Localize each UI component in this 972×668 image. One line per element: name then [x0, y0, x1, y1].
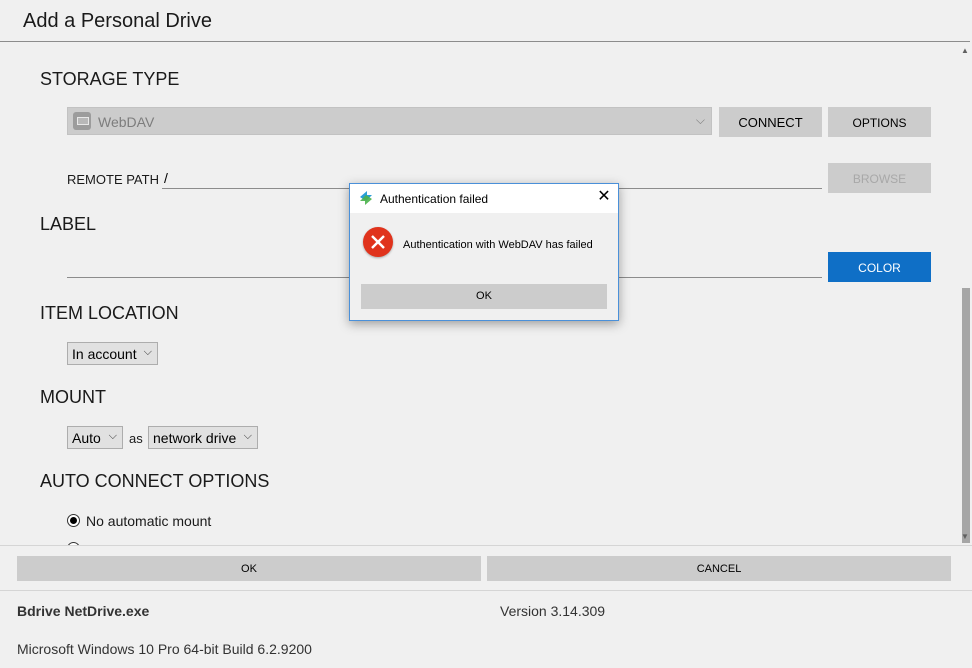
divider: [0, 545, 972, 546]
close-icon[interactable]: ✕: [594, 187, 614, 207]
window-title: Add a Personal Drive: [23, 10, 212, 32]
item-location-heading: ITEM LOCATION: [40, 303, 179, 323]
app-executable-name: Bdrive NetDrive.exe: [17, 603, 150, 619]
webdav-icon: [73, 112, 91, 130]
chevron-down-icon: ⌵: [108, 430, 117, 442]
vertical-scrollbar[interactable]: ▲ ▼: [958, 42, 972, 545]
mount-mode-select[interactable]: Auto ⌵: [67, 426, 123, 449]
remote-path-value: /: [164, 170, 168, 186]
item-location-select[interactable]: In account ⌵: [67, 342, 158, 365]
scrollbar-thumb[interactable]: [962, 288, 970, 543]
dialog-title-bar: Authentication failed ✕: [350, 184, 618, 213]
dialog-ok-button[interactable]: OK: [361, 284, 607, 309]
auth-failed-dialog: Authentication failed ✕ Authentication w…: [349, 183, 619, 321]
cancel-button[interactable]: CANCEL: [487, 556, 951, 581]
window-title-bar: Add a Personal Drive: [0, 0, 970, 42]
footer-info: Bdrive NetDrive.exe Version 3.14.309 Mic…: [0, 590, 972, 668]
scroll-down-icon[interactable]: ▼: [960, 532, 970, 542]
mount-type-select[interactable]: network drive ⌵: [148, 426, 258, 449]
error-message: Authentication with WebDAV has failed: [403, 239, 593, 251]
storage-type-dropdown[interactable]: WebDAV ⌵: [67, 107, 712, 135]
chevron-down-icon: ⌵: [143, 346, 152, 358]
os-info: Microsoft Windows 10 Pro 64-bit Build 6.…: [17, 641, 312, 657]
color-button[interactable]: COLOR: [828, 252, 931, 282]
options-button[interactable]: OPTIONS: [828, 107, 931, 137]
mount-type-value: network drive: [153, 430, 237, 446]
no-automatic-mount-label: No automatic mount: [86, 513, 212, 529]
connect-button[interactable]: CONNECT: [719, 107, 822, 137]
radio-no-automatic-mount[interactable]: [67, 514, 80, 527]
browse-button[interactable]: BROWSE: [828, 163, 931, 193]
remote-path-label: REMOTE PATH: [67, 172, 159, 187]
mount-mode-value: Auto: [72, 430, 101, 446]
netdrive-logo-icon: [360, 191, 372, 205]
label-heading: LABEL: [40, 214, 97, 234]
ok-button[interactable]: OK: [17, 556, 481, 581]
storage-type-value: WebDAV: [98, 114, 155, 130]
auto-connect-heading: AUTO CONNECT OPTIONS: [40, 471, 270, 491]
error-icon: [363, 227, 393, 257]
dialog-title: Authentication failed: [380, 192, 489, 206]
storage-type-heading: STORAGE TYPE: [40, 69, 180, 89]
item-location-value: In account: [72, 346, 137, 362]
mount-heading: MOUNT: [40, 387, 106, 407]
scroll-up-icon[interactable]: ▲: [960, 46, 970, 56]
dialog-body: Authentication with WebDAV has failed OK: [350, 213, 618, 320]
mount-as-text: as: [129, 431, 143, 446]
app-version: Version 3.14.309: [500, 603, 606, 619]
radio-selected-dot: [70, 517, 77, 524]
chevron-down-icon: ⌵: [243, 430, 252, 442]
chevron-down-icon: ⌵: [695, 113, 705, 127]
